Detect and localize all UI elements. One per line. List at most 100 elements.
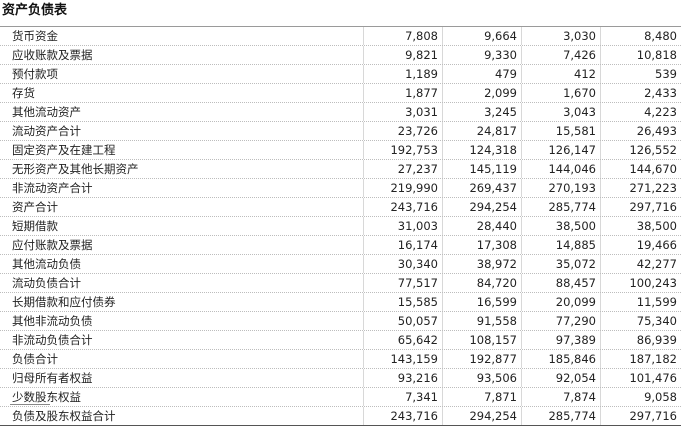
value-cell: 108,157 bbox=[443, 331, 522, 349]
value-cell: 269,437 bbox=[443, 179, 522, 197]
table-row: 资产合计 243,716 294,254 285,774 297,716 bbox=[0, 198, 681, 217]
value-cell: 88,457 bbox=[522, 274, 601, 292]
table-row: 流动资产合计 23,726 24,817 15,581 26,493 bbox=[0, 122, 681, 141]
value-cell: 7,871 bbox=[443, 388, 522, 406]
row-label: 归母所有者权益 bbox=[0, 369, 364, 387]
value-cell: 38,500 bbox=[636, 219, 677, 233]
table-row: 其他流动资产 3,031 3,245 3,043 4,223 bbox=[0, 103, 681, 122]
value-cell: 11,599 bbox=[636, 295, 677, 309]
value-cell: 479 bbox=[443, 65, 522, 83]
value-cell: 1,189 bbox=[364, 65, 443, 83]
footer-divider bbox=[10, 404, 50, 410]
value-cell: 42,277 bbox=[636, 257, 677, 271]
value-cell: 285,774 bbox=[522, 407, 601, 425]
value-cell: 30,340 bbox=[364, 255, 443, 273]
value-cell: 97,389 bbox=[522, 331, 601, 349]
row-label: 资产合计 bbox=[0, 198, 364, 216]
value-cell: 144,670 bbox=[629, 162, 677, 176]
value-cell: 20,099 bbox=[522, 293, 601, 311]
value-cell: 1,877 bbox=[364, 84, 443, 102]
row-label: 负债合计 bbox=[0, 350, 364, 368]
value-cell: 7,426 bbox=[522, 46, 601, 64]
value-cell: 38,500 bbox=[522, 217, 601, 235]
row-label: 预付款项 bbox=[0, 65, 364, 83]
value-cell: 91,558 bbox=[443, 312, 522, 330]
table-row: 归母所有者权益 93,216 93,506 92,054 101,476 bbox=[0, 369, 681, 388]
value-cell: 294,254 bbox=[443, 407, 522, 425]
table-row: 非流动负债合计 65,642 108,157 97,389 86,939 bbox=[0, 331, 681, 350]
value-cell: 17,308 bbox=[443, 236, 522, 254]
table-row: 货币资金 7,808 9,664 3,030 8,480 bbox=[0, 27, 681, 46]
value-cell: 143,159 bbox=[364, 350, 443, 368]
table-row: 应付账款及票据 16,174 17,308 14,885 19,466 bbox=[0, 236, 681, 255]
table-row: 其他非流动负债 50,057 91,558 77,290 75,340 bbox=[0, 312, 681, 331]
value-cell: 297,716 bbox=[629, 200, 677, 214]
value-cell: 10,818 bbox=[636, 48, 677, 62]
value-cell: 126,552 bbox=[629, 143, 677, 157]
value-cell: 19,466 bbox=[636, 238, 677, 252]
value-cell: 243,716 bbox=[364, 198, 443, 216]
value-cell: 294,254 bbox=[443, 198, 522, 216]
balance-sheet-table: 货币资金 7,808 9,664 3,030 8,480 应收账款及票据 9,821 9,33… bbox=[0, 26, 681, 426]
value-cell: 2,099 bbox=[443, 84, 522, 102]
row-label: 少数股东权益 bbox=[0, 388, 364, 406]
value-cell: 3,031 bbox=[364, 103, 443, 121]
value-cell: 126,147 bbox=[522, 141, 601, 159]
value-cell: 124,318 bbox=[443, 141, 522, 159]
row-label: 非流动资产合计 bbox=[0, 179, 364, 197]
value-cell: 7,808 bbox=[364, 27, 443, 45]
table-row: 短期借款 31,003 28,440 38,500 38,500 bbox=[0, 217, 681, 236]
table-row: 少数股东权益 7,341 7,871 7,874 9,058 bbox=[0, 388, 681, 407]
table-title: 资产负债表 bbox=[2, 3, 68, 18]
row-label: 应收账款及票据 bbox=[0, 46, 364, 64]
value-cell: 16,174 bbox=[364, 236, 443, 254]
value-cell: 3,030 bbox=[522, 27, 601, 45]
table-row: 存货 1,877 2,099 1,670 2,433 bbox=[0, 84, 681, 103]
value-cell: 101,476 bbox=[629, 371, 677, 385]
value-cell: 3,245 bbox=[443, 103, 522, 121]
value-cell: 3,043 bbox=[522, 103, 601, 121]
value-cell: 26,493 bbox=[636, 124, 677, 138]
value-cell: 192,877 bbox=[443, 350, 522, 368]
value-cell: 77,290 bbox=[522, 312, 601, 330]
value-cell: 285,774 bbox=[522, 198, 601, 216]
value-cell: 270,193 bbox=[522, 179, 601, 197]
table-row: 固定资产及在建工程 192,753 124,318 126,147 126,552 bbox=[0, 141, 681, 160]
value-cell: 9,058 bbox=[644, 390, 677, 404]
value-cell: 219,990 bbox=[364, 179, 443, 197]
value-cell: 9,821 bbox=[364, 46, 443, 64]
table-row: 无形资产及其他长期资产 27,237 145,119 144,046 144,670 bbox=[0, 160, 681, 179]
row-label: 固定资产及在建工程 bbox=[0, 141, 364, 159]
value-cell: 93,506 bbox=[443, 369, 522, 387]
value-cell: 92,054 bbox=[522, 369, 601, 387]
value-cell: 15,581 bbox=[522, 122, 601, 140]
value-cell: 144,046 bbox=[522, 160, 601, 178]
table-row: 负债及股东权益合计 243,716 294,254 285,774 297,716 bbox=[0, 407, 681, 426]
value-cell: 8,480 bbox=[644, 29, 677, 43]
value-cell: 84,720 bbox=[443, 274, 522, 292]
value-cell: 16,599 bbox=[443, 293, 522, 311]
row-label: 负债及股东权益合计 bbox=[0, 407, 364, 425]
table-row: 长期借款和应付债券 15,585 16,599 20,099 11,599 bbox=[0, 293, 681, 312]
value-cell: 77,517 bbox=[364, 274, 443, 292]
value-cell: 35,072 bbox=[522, 255, 601, 273]
row-label: 非流动负债合计 bbox=[0, 331, 364, 349]
value-cell: 145,119 bbox=[443, 160, 522, 178]
value-cell: 65,642 bbox=[364, 331, 443, 349]
value-cell: 2,433 bbox=[644, 86, 677, 100]
value-cell: 7,874 bbox=[522, 388, 601, 406]
value-cell: 7,341 bbox=[364, 388, 443, 406]
table-row: 预付款项 1,189 479 412 539 bbox=[0, 65, 681, 84]
row-label: 无形资产及其他长期资产 bbox=[0, 160, 364, 178]
row-label: 短期借款 bbox=[0, 217, 364, 235]
value-cell: 24,817 bbox=[443, 122, 522, 140]
value-cell: 27,237 bbox=[364, 160, 443, 178]
value-cell: 271,223 bbox=[629, 181, 677, 195]
row-label: 其他流动资产 bbox=[0, 103, 364, 121]
value-cell: 100,243 bbox=[629, 276, 677, 290]
row-label: 货币资金 bbox=[0, 27, 364, 45]
value-cell: 187,182 bbox=[629, 352, 677, 366]
table-row: 应收账款及票据 9,821 9,330 7,426 10,818 bbox=[0, 46, 681, 65]
value-cell: 4,223 bbox=[644, 105, 677, 119]
value-cell: 38,972 bbox=[443, 255, 522, 273]
